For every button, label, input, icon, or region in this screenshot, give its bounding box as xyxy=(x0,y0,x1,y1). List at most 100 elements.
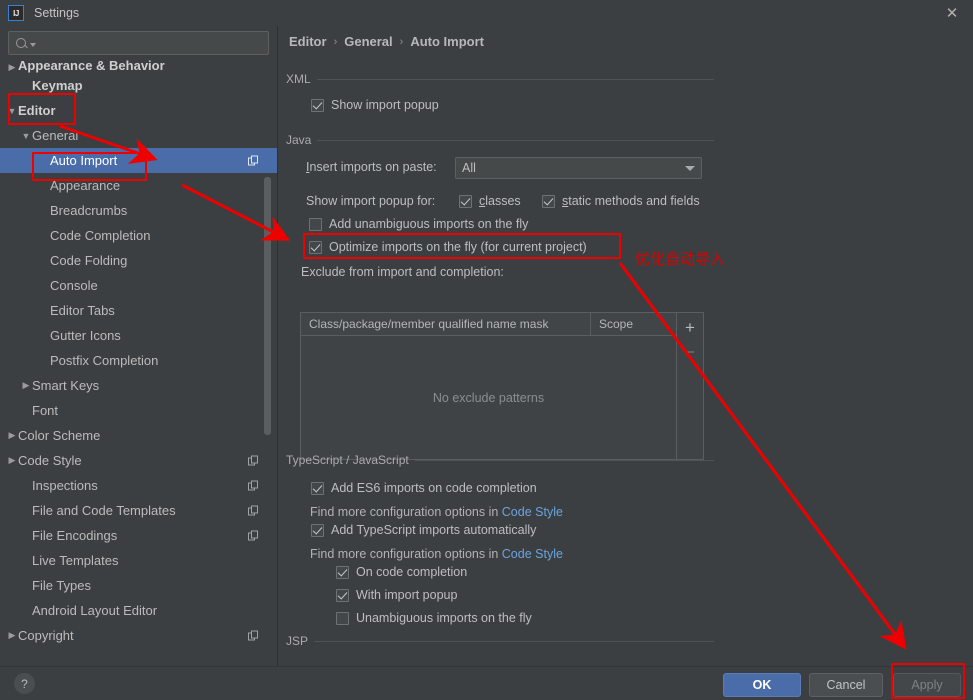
help-icon[interactable]: ? xyxy=(14,673,35,694)
chevron-down-icon[interactable]: ▼ xyxy=(20,131,32,141)
sidebar-item-console[interactable]: Console xyxy=(0,273,277,298)
sidebar-item-file-encodings[interactable]: File Encodings xyxy=(0,523,277,548)
sidebar-item-breadcrumbs[interactable]: Breadcrumbs xyxy=(0,198,277,223)
chevron-right-icon[interactable]: ▶ xyxy=(6,630,18,641)
unambiguous-on-fly-row[interactable]: Unambiguous imports on the fly xyxy=(336,611,532,625)
exclude-patterns-table[interactable]: Class/package/member qualified name mask… xyxy=(300,312,704,460)
chevron-right-icon[interactable]: ▶ xyxy=(6,455,18,466)
breadcrumb-editor[interactable]: Editor xyxy=(289,34,327,49)
sidebar-item-appearance[interactable]: Appearance xyxy=(0,173,277,198)
sidebar-item-general[interactable]: ▼ General xyxy=(0,123,277,148)
section-xml: XML xyxy=(286,72,714,86)
sidebar-item-appearance-behavior[interactable]: ▶ Appearance & Behavior xyxy=(0,59,277,73)
breadcrumb-separator-icon: › xyxy=(399,35,404,48)
add-es6-imports-checkbox[interactable] xyxy=(311,481,324,495)
breadcrumb-general[interactable]: General xyxy=(344,34,392,49)
xml-show-import-popup-row[interactable]: Show import popup xyxy=(311,98,439,112)
copy-icon[interactable] xyxy=(248,155,259,166)
show-import-popup-for-label-row: Show import popup for: xyxy=(306,194,435,208)
optimize-imports-row[interactable]: Optimize imports on the fly (for current… xyxy=(309,240,587,254)
classes-checkbox[interactable] xyxy=(459,194,472,208)
sidebar-item-keymap[interactable]: Keymap xyxy=(0,73,277,98)
classes-label: classes xyxy=(479,194,521,208)
sidebar-item-label: Copyright xyxy=(18,628,74,643)
ts-hint-row: Find more configuration options in Code … xyxy=(310,547,563,561)
copy-icon[interactable] xyxy=(248,530,259,541)
sidebar-item-label: File and Code Templates xyxy=(32,503,176,518)
sidebar-item-editor-tabs[interactable]: Editor Tabs xyxy=(0,298,277,323)
static-methods-label: static methods and fields xyxy=(562,194,700,208)
static-methods-checkbox[interactable] xyxy=(542,194,555,208)
add-es6-imports-row[interactable]: Add ES6 imports on code completion xyxy=(311,481,537,495)
chevron-right-icon[interactable]: ▶ xyxy=(6,430,18,441)
chevron-right-icon[interactable]: ▶ xyxy=(20,380,32,391)
sidebar-item-code-completion[interactable]: Code Completion xyxy=(0,223,277,248)
classes-checkbox-row[interactable]: classes xyxy=(459,194,521,208)
section-divider xyxy=(316,78,714,80)
sidebar-item-label: Auto Import xyxy=(50,153,118,168)
sidebar-item-label: Android Layout Editor xyxy=(32,603,158,618)
sidebar-item-code-style[interactable]: ▶ Code Style xyxy=(0,448,277,473)
breadcrumb-auto-import: Auto Import xyxy=(410,34,484,49)
section-ts-js-label: TypeScript / JavaScript xyxy=(286,453,409,467)
chevron-down-icon[interactable]: ▼ xyxy=(6,106,18,116)
sidebar-item-label: File Encodings xyxy=(32,528,118,543)
unambiguous-on-fly-checkbox[interactable] xyxy=(336,611,349,625)
ok-button[interactable]: OK xyxy=(723,673,801,697)
with-import-popup-row[interactable]: With import popup xyxy=(336,588,457,602)
settings-main-panel: Editor › General › Auto Import XML Show … xyxy=(278,26,973,666)
exclude-col-scope[interactable]: Scope xyxy=(591,313,676,335)
sidebar-item-android-layout-editor[interactable]: Android Layout Editor xyxy=(0,598,277,623)
insert-imports-dropdown[interactable]: All xyxy=(455,157,702,179)
sidebar-item-live-templates[interactable]: Live Templates xyxy=(0,548,277,573)
sidebar-item-color-scheme[interactable]: ▶ Color Scheme xyxy=(0,423,277,448)
sidebar-scrollbar-thumb[interactable] xyxy=(264,177,271,435)
sidebar-item-font[interactable]: Font xyxy=(0,398,277,423)
sidebar-item-label: Editor Tabs xyxy=(50,303,115,318)
copy-icon[interactable] xyxy=(248,630,259,641)
sidebar-item-code-folding[interactable]: Code Folding xyxy=(0,248,277,273)
add-unambiguous-row[interactable]: Add unambiguous imports on the fly xyxy=(309,217,528,231)
add-ts-imports-row[interactable]: Add TypeScript imports automatically xyxy=(311,523,536,537)
search-icon xyxy=(15,36,29,50)
remove-pattern-button[interactable]: – xyxy=(678,339,702,363)
sidebar-item-gutter-icons[interactable]: Gutter Icons xyxy=(0,323,277,348)
optimize-imports-checkbox[interactable] xyxy=(309,240,322,254)
sidebar-item-label: Appearance xyxy=(50,178,121,193)
copy-icon[interactable] xyxy=(248,505,259,516)
sidebar-item-file-and-code-templates[interactable]: File and Code Templates xyxy=(0,498,277,523)
sidebar-item-label: Keymap xyxy=(32,78,83,93)
add-pattern-button[interactable]: + xyxy=(678,315,702,339)
on-code-completion-row[interactable]: On code completion xyxy=(336,565,467,579)
sidebar-item-copyright[interactable]: ▶ Copyright xyxy=(0,623,277,648)
close-icon[interactable]: ✕ xyxy=(941,3,963,23)
apply-button[interactable]: Apply xyxy=(893,673,961,697)
xml-show-import-popup-checkbox[interactable] xyxy=(311,98,324,112)
section-xml-label: XML xyxy=(286,72,311,86)
exclude-col-mask[interactable]: Class/package/member qualified name mask xyxy=(301,313,591,335)
code-style-link[interactable]: Code Style xyxy=(502,505,563,519)
insert-imports-row: Insert imports on paste: xyxy=(306,160,437,174)
code-style-link[interactable]: Code Style xyxy=(502,547,563,561)
add-unambiguous-checkbox[interactable] xyxy=(309,217,322,231)
sidebar-item-smart-keys[interactable]: ▶ Smart Keys xyxy=(0,373,277,398)
search-box[interactable] xyxy=(8,31,269,55)
settings-tree[interactable]: ▶ Appearance & Behavior Keymap ▼ Editor ▼ Gene… xyxy=(0,59,277,666)
search-input[interactable] xyxy=(36,35,262,51)
chevron-right-icon[interactable]: ▶ xyxy=(6,62,18,73)
sidebar-item-postfix-completion[interactable]: Postfix Completion xyxy=(0,348,277,373)
settings-sidebar: ▶ Appearance & Behavior Keymap ▼ Editor ▼ Gene… xyxy=(0,26,277,666)
sidebar-item-editor[interactable]: ▼ Editor xyxy=(0,98,277,123)
add-ts-imports-checkbox[interactable] xyxy=(311,523,324,537)
copy-icon[interactable] xyxy=(248,455,259,466)
sidebar-scrollbar[interactable] xyxy=(264,59,274,666)
copy-icon[interactable] xyxy=(248,480,259,491)
sidebar-item-inspections[interactable]: Inspections xyxy=(0,473,277,498)
cancel-button[interactable]: Cancel xyxy=(809,673,883,697)
sidebar-item-file-types[interactable]: File Types xyxy=(0,573,277,598)
sidebar-item-auto-import[interactable]: Auto Import xyxy=(0,148,277,173)
sidebar-item-label: Code Style xyxy=(18,453,82,468)
on-code-completion-checkbox[interactable] xyxy=(336,565,349,579)
static-methods-checkbox-row[interactable]: static methods and fields xyxy=(542,194,700,208)
with-import-popup-checkbox[interactable] xyxy=(336,588,349,602)
